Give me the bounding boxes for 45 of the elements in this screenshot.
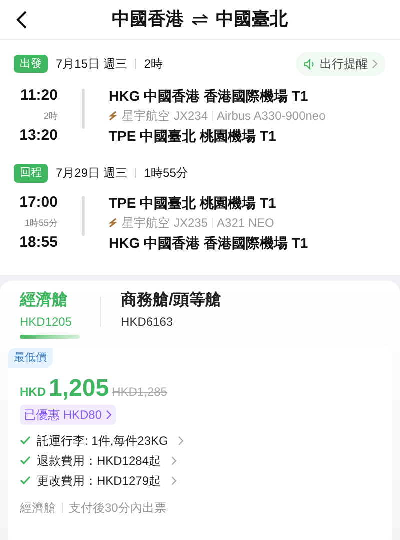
fare-condition: 更改費用：HKD1279起 xyxy=(37,472,162,490)
flight-date: 7月29日 週三 xyxy=(56,165,128,182)
swap-icon xyxy=(192,14,208,26)
lowest-price-tag: 最低價 xyxy=(8,348,53,368)
airline-name: 星宇航空 xyxy=(122,214,170,232)
origin-title: 中國香港 xyxy=(112,8,184,31)
original-price: HKD1,285 xyxy=(112,384,168,400)
departure-airport: HKG 中國香港 香港國際機場 T1 xyxy=(109,87,310,106)
departure-time: 11:20 xyxy=(20,86,58,106)
chevron-icon xyxy=(372,59,378,69)
fare-condition: 退款費用：HKD1284起 xyxy=(37,452,162,470)
ticketing-note: 支付後30分內出票 xyxy=(69,500,166,516)
check-icon xyxy=(20,476,31,485)
airline-logo-icon xyxy=(109,111,118,121)
arrival-time: 18:55 xyxy=(20,232,58,252)
flight-number: JX235 xyxy=(174,214,208,232)
fare-price: 1,205 xyxy=(49,374,110,402)
check-icon xyxy=(20,456,31,465)
departure-time: 17:00 xyxy=(20,192,58,212)
cabin-tab[interactable]: 商務艙/頭等艙 HKD6163 xyxy=(121,288,230,338)
aircraft-type: A321 NEO xyxy=(217,214,274,232)
fare-condition: 託運行李: 1件,每件23KG xyxy=(37,432,168,450)
discount-tag[interactable]: 已優惠 HKD80 xyxy=(20,404,116,424)
total-duration: 1時55分 xyxy=(144,165,188,182)
arrival-airport: TPE 中國臺北 桃園機場 T1 xyxy=(109,127,278,146)
arrival-airport: HKG 中國香港 香港國際機場 T1 xyxy=(109,234,308,252)
flight-duration: 1時55分 xyxy=(24,216,58,230)
flight-number: JX234 xyxy=(174,108,208,125)
cabin-class: 經濟艙 xyxy=(20,500,56,516)
trip-badge: 出發 xyxy=(14,54,48,74)
total-duration: 2時 xyxy=(144,56,164,73)
aircraft-type: Airbus A330-900neo xyxy=(217,108,326,125)
flight-duration: 2時 xyxy=(44,110,58,123)
departure-airport: TPE 中國臺北 桃園機場 T1 xyxy=(109,194,278,212)
destination-title: 中國臺北 xyxy=(216,8,288,31)
chevron-icon xyxy=(106,410,112,420)
airline-name: 星宇航空 xyxy=(122,108,170,125)
airline-logo-icon xyxy=(109,218,118,228)
reminder-button[interactable]: 出行提醒 xyxy=(296,52,386,76)
speaker-icon xyxy=(304,58,316,70)
currency-label: HKD xyxy=(20,384,46,400)
flight-date: 7月15日 週三 xyxy=(56,56,128,73)
check-icon xyxy=(20,436,31,445)
trip-badge: 回程 xyxy=(14,164,48,182)
arrival-time: 13:20 xyxy=(20,126,58,146)
